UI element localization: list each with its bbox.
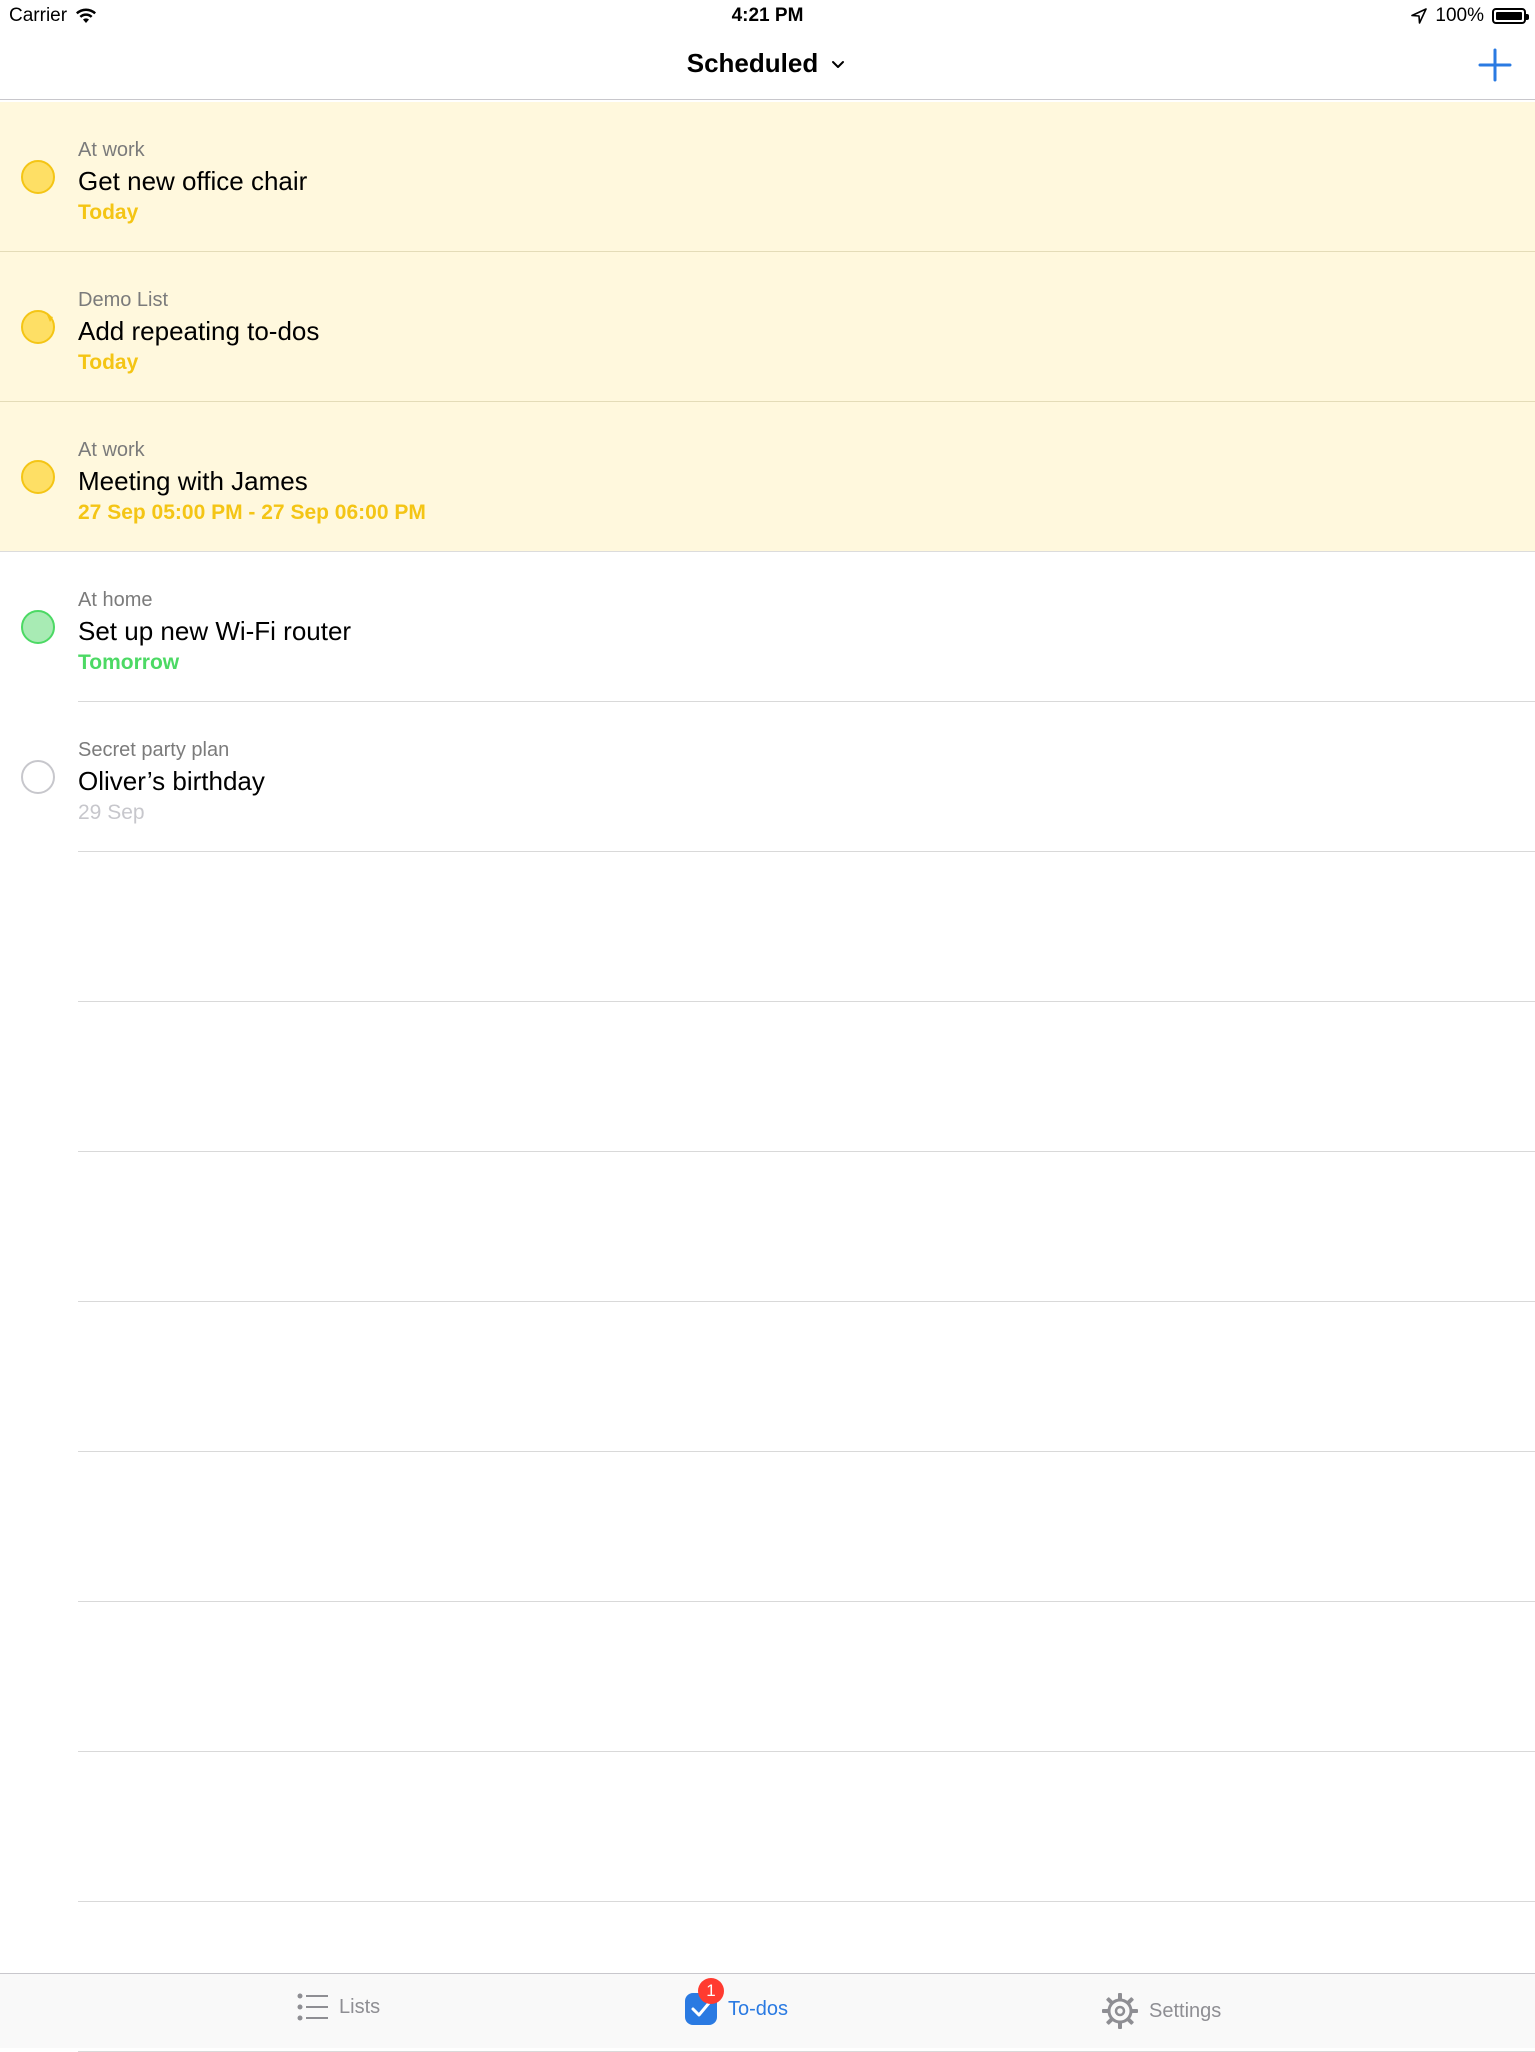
todo-list-name: Secret party plan xyxy=(78,739,230,761)
todo-checkbox-icon[interactable] xyxy=(20,609,56,645)
todo-checkbox-icon[interactable] xyxy=(20,159,56,195)
todo-checkbox-icon[interactable] xyxy=(20,459,56,495)
navigation-bar: Scheduled xyxy=(0,34,1535,100)
empty-row xyxy=(0,1752,1535,1902)
todo-title: Set up new Wi-Fi router xyxy=(78,616,352,646)
tab-settings-label: Settings xyxy=(1149,1999,1222,2022)
page-title: Scheduled xyxy=(686,48,819,78)
todo-list-name: At work xyxy=(78,439,145,461)
todo-list-name: At work xyxy=(78,139,145,161)
status-bar: Carrier 4:21 PM 100% xyxy=(0,0,1535,34)
empty-row xyxy=(0,1002,1535,1152)
todo-list: At work Get new office chair Today Demo … xyxy=(0,102,1535,2052)
todo-title: Oliver’s birthday xyxy=(78,766,265,796)
todo-due-date: Today xyxy=(78,351,139,374)
todo-due-date: Today xyxy=(78,201,139,224)
todo-row[interactable]: At work Meeting with James 27 Sep 05:00 … xyxy=(0,402,1535,552)
todo-row[interactable]: Secret party plan Oliver’s birthday 29 S… xyxy=(0,702,1535,852)
todo-checkbox-icon[interactable] xyxy=(20,759,56,795)
todo-row[interactable]: At work Get new office chair Today xyxy=(0,102,1535,252)
todo-list-name: Demo List xyxy=(78,289,169,311)
tab-bar: Lists 1 To-dos Settings xyxy=(0,1973,1535,2048)
empty-row xyxy=(0,1302,1535,1452)
todo-due-date: 27 Sep 05:00 PM - 27 Sep 06:00 PM xyxy=(78,501,426,524)
tab-todos-label: To-dos xyxy=(728,1997,789,2020)
list-icon xyxy=(297,1993,328,2021)
empty-row xyxy=(0,852,1535,1002)
add-todo-button[interactable] xyxy=(1477,47,1513,83)
todo-row[interactable]: At home Set up new Wi-Fi router Tomorrow xyxy=(0,552,1535,702)
todo-due-date: Tomorrow xyxy=(78,651,180,674)
gear-icon xyxy=(1102,1993,1138,2029)
todo-row[interactable]: Demo List Add repeating to-dos Today xyxy=(0,252,1535,402)
tab-lists-label: Lists xyxy=(339,1995,381,2018)
tab-lists[interactable]: Lists xyxy=(297,1992,380,2022)
tab-settings[interactable]: Settings xyxy=(1101,1992,1221,2030)
todo-title: Add repeating to-dos xyxy=(78,316,320,346)
battery-percent: 100% xyxy=(1435,5,1484,26)
todo-list-name: At home xyxy=(78,589,153,611)
status-right: 100% xyxy=(1411,5,1529,27)
chevron-down-icon xyxy=(832,60,845,68)
notification-badge: 1 xyxy=(698,1978,724,2004)
title-dropdown[interactable]: Scheduled xyxy=(0,48,1535,79)
todo-title: Meeting with James xyxy=(78,466,308,496)
todo-title: Get new office chair xyxy=(78,166,308,196)
status-time: 4:21 PM xyxy=(731,5,804,26)
todo-due-date: 29 Sep xyxy=(78,801,145,824)
repeat-checkbox-icon[interactable] xyxy=(20,309,56,345)
location-arrow-icon xyxy=(1411,8,1428,24)
tab-todos[interactable]: 1 To-dos xyxy=(684,1978,789,2026)
empty-row xyxy=(0,1602,1535,1752)
battery-icon xyxy=(1492,8,1529,24)
empty-row xyxy=(0,1452,1535,1602)
empty-row xyxy=(0,1152,1535,1302)
todos-icon-wrap: 1 xyxy=(684,1978,724,2026)
